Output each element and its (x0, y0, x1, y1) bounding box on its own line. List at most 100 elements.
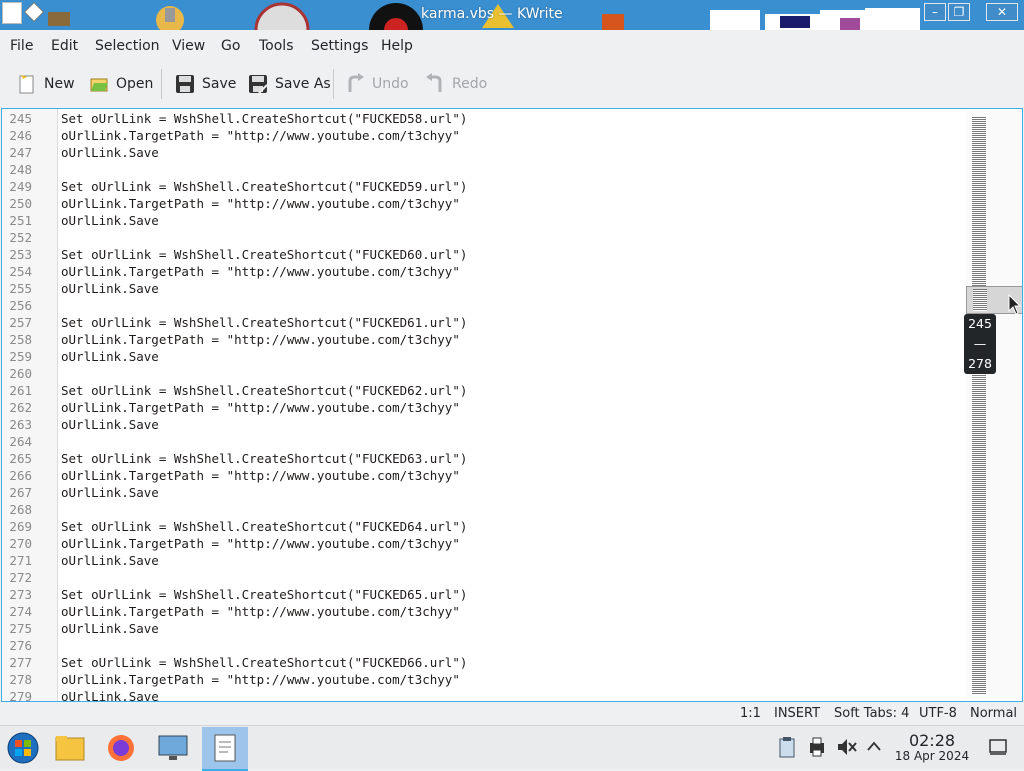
new-button-label: New (44, 76, 75, 92)
code-line: 270 oUrlLink.TargetPath = "http://www.you… (2, 535, 962, 552)
code-line: 264 (2, 433, 962, 450)
line-text: oUrlLink.TargetPath = "http://www.youtub… (61, 264, 460, 279)
menu-go[interactable]: Go (221, 38, 240, 54)
code-line: 261 Set oUrlLink = WshShell.CreateShortcu… (2, 382, 962, 399)
line-text: Set oUrlLink = WshShell.CreateShortcut("… (61, 383, 468, 398)
code-line: 252 (2, 229, 962, 246)
code-line: 258 oUrlLink.TargetPath = "http://www.you… (2, 331, 962, 348)
taskbar-firefox[interactable] (98, 727, 144, 769)
line-number: 257 (9, 315, 32, 330)
desktop-fragment-icon (48, 12, 70, 26)
line-text: Set oUrlLink = WshShell.CreateShortcut("… (61, 315, 468, 330)
tab-settings[interactable]: Soft Tabs: 4 (834, 706, 909, 721)
code-line: 274 oUrlLink.TargetPath = "http://www.you… (2, 603, 962, 620)
taskbar-system-settings[interactable] (150, 727, 196, 769)
code-line: 265 Set oUrlLink = WshShell.CreateShortcu… (2, 450, 962, 467)
mouse-cursor-icon (1008, 294, 1022, 315)
line-number: 259 (9, 349, 32, 364)
code-line: 255 oUrlLink.Save (2, 280, 962, 297)
menu-selection[interactable]: Selection (95, 38, 160, 54)
minimize-button[interactable]: – (924, 3, 946, 21)
line-number: 275 (9, 621, 32, 636)
line-number: 254 (9, 264, 32, 279)
save-as-button-label: Save As (275, 76, 331, 92)
code-line: 277 Set oUrlLink = WshShell.CreateShortcu… (2, 654, 962, 671)
taskbar: 02:28 18 Apr 2024 (0, 725, 1024, 771)
code-line: 279 oUrlLink.Save (2, 688, 962, 701)
show-desktop-icon[interactable] (988, 738, 1008, 756)
code-line: 251 oUrlLink.Save (2, 212, 962, 229)
start-menu-icon (7, 732, 39, 764)
line-text: oUrlLink.TargetPath = "http://www.youtub… (61, 332, 460, 347)
firefox-icon (108, 735, 134, 761)
line-number: 250 (9, 196, 32, 211)
close-button[interactable]: ✕ (986, 3, 1018, 21)
line-number: 271 (9, 553, 32, 568)
menu-edit[interactable]: Edit (51, 38, 78, 54)
clipboard-icon[interactable] (778, 736, 796, 758)
monitor-settings-icon (158, 735, 188, 760)
menu-help[interactable]: Help (381, 38, 413, 54)
line-number: 276 (9, 638, 32, 653)
code-line: 268 (2, 501, 962, 518)
input-mode[interactable]: INSERT (774, 706, 820, 721)
clock-time[interactable]: 02:28 (905, 731, 959, 750)
desktop-fragment-icon (254, 2, 310, 30)
taskbar-file-manager[interactable] (47, 727, 93, 769)
start-button[interactable] (0, 727, 46, 769)
line-text: oUrlLink.TargetPath = "http://www.youtub… (61, 196, 460, 211)
line-number: 256 (9, 298, 32, 313)
code-line: 269 Set oUrlLink = WshShell.CreateShortcu… (2, 518, 962, 535)
kwrite-document-icon (214, 734, 236, 762)
minimap-scrollbar[interactable] (966, 111, 1022, 699)
line-number: 266 (9, 468, 32, 483)
line-text: oUrlLink.TargetPath = "http://www.youtub… (61, 128, 460, 143)
line-number: 262 (9, 400, 32, 415)
redo-button-label: Redo (452, 76, 488, 92)
undo-button[interactable]: Undo (344, 70, 409, 98)
line-number: 264 (9, 434, 32, 449)
open-button[interactable]: Open (88, 70, 153, 98)
taskbar-kwrite[interactable] (202, 727, 248, 771)
code-line: 263 oUrlLink.Save (2, 416, 962, 433)
save-button[interactable]: Save (174, 70, 236, 98)
line-number: 253 (9, 247, 32, 262)
code-line: 245 Set oUrlLink = WshShell.CreateShortcu… (2, 110, 962, 127)
line-text: oUrlLink.TargetPath = "http://www.youtub… (61, 536, 460, 551)
menu-settings[interactable]: Settings (311, 38, 368, 54)
save-as-icon (249, 75, 268, 94)
code-line: 247 oUrlLink.Save (2, 144, 962, 161)
line-number: 251 (9, 213, 32, 228)
menu-view[interactable]: View (172, 38, 205, 54)
line-number: 269 (9, 519, 32, 534)
desktop-fragment-icon (369, 3, 423, 30)
code-line: 246 oUrlLink.TargetPath = "http://www.you… (2, 127, 962, 144)
text-editor[interactable]: 245 Set oUrlLink = WshShell.CreateShortcu… (1, 108, 1023, 702)
code-line: 272 (2, 569, 962, 586)
maximize-button[interactable]: ❐ (948, 3, 970, 21)
menu-tools[interactable]: Tools (259, 38, 294, 54)
line-text: oUrlLink.Save (61, 281, 159, 296)
toolbar: New Open Save Save As Undo Redo (0, 63, 1024, 105)
notifications-printer-icon[interactable] (808, 736, 826, 758)
menu-bar: File Edit Selection View Go Tools Settin… (0, 31, 1024, 61)
menu-file[interactable]: File (10, 38, 33, 54)
volume-muted-icon[interactable] (836, 737, 858, 757)
code-line: 253 Set oUrlLink = WshShell.CreateShortcu… (2, 246, 962, 263)
undo-icon (348, 73, 364, 92)
line-text: oUrlLink.Save (61, 621, 159, 636)
line-text: Set oUrlLink = WshShell.CreateShortcut("… (61, 179, 468, 194)
code-line: 254 oUrlLink.TargetPath = "http://www.you… (2, 263, 962, 280)
cursor-position[interactable]: 1:1 (740, 706, 761, 721)
window-menu-icon[interactable] (2, 2, 22, 24)
redo-button[interactable]: Redo (424, 70, 487, 98)
code-line: 257 Set oUrlLink = WshShell.CreateShortcu… (2, 314, 962, 331)
new-button[interactable]: New (16, 70, 75, 98)
chevron-up-icon[interactable] (866, 740, 882, 752)
clock-date[interactable]: 18 Apr 2024 (890, 749, 974, 763)
line-number: 272 (9, 570, 32, 585)
encoding[interactable]: UTF-8 (919, 706, 957, 721)
highlight-mode[interactable]: Normal (970, 706, 1017, 721)
open-folder-icon (90, 78, 108, 92)
save-as-button[interactable]: Save As (247, 70, 331, 98)
